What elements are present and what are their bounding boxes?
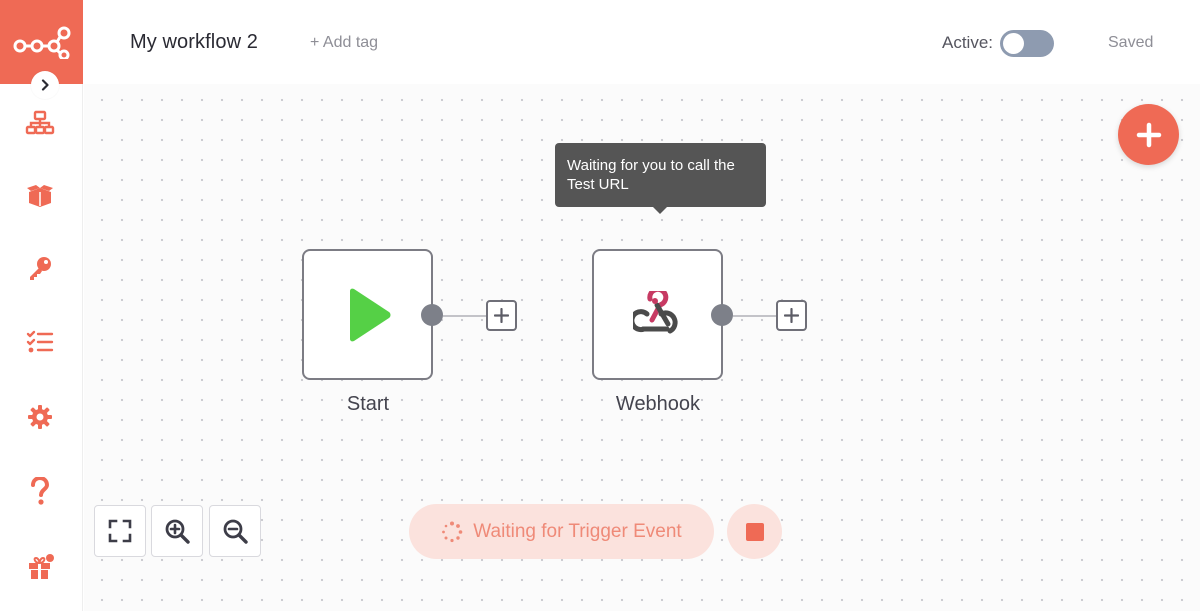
header: My workflow 2 + Add tag Active: Saved	[84, 0, 1200, 84]
plus-icon	[784, 308, 799, 323]
webhook-icon	[632, 290, 678, 333]
stop-execution-button[interactable]	[727, 504, 782, 559]
stop-icon	[745, 522, 764, 541]
waiting-text: Waiting for Trigger Event	[473, 520, 682, 542]
node-start-label: Start	[346, 393, 390, 415]
sidebar-item-help[interactable]	[20, 471, 60, 511]
sidebar-item-templates[interactable]	[20, 175, 60, 215]
save-status: Saved	[1108, 34, 1154, 51]
workflow-name[interactable]: My workflow 2	[130, 31, 258, 54]
tooltip-arrow	[652, 206, 668, 214]
play-icon	[349, 288, 390, 341]
node-start[interactable]	[302, 249, 433, 380]
sidebar	[0, 0, 83, 611]
spinner-icon	[442, 521, 463, 542]
zoom-out-button[interactable]	[209, 505, 261, 557]
add-tag-button[interactable]: + Add tag	[310, 34, 378, 52]
active-toggle[interactable]	[1000, 30, 1054, 57]
start-add-node-button[interactable]	[486, 300, 517, 331]
waiting-for-trigger-status: Waiting for Trigger Event	[409, 504, 714, 559]
box-open-icon	[27, 185, 53, 207]
node-webhook[interactable]	[592, 249, 723, 380]
webhook-output-handle[interactable]	[711, 304, 733, 326]
key-icon	[30, 257, 51, 280]
tasks-icon	[26, 330, 54, 353]
start-output-handle[interactable]	[421, 304, 443, 326]
chevron-right-icon	[41, 79, 49, 91]
logo-icon	[13, 26, 70, 59]
zoom-in-button[interactable]	[151, 505, 203, 557]
plus-icon	[1136, 122, 1161, 147]
sidebar-item-credentials[interactable]	[20, 248, 60, 288]
question-icon	[31, 477, 50, 505]
zoom-out-icon	[223, 519, 248, 544]
sidebar-item-workflows[interactable]	[20, 103, 60, 143]
sidebar-item-whats-new[interactable]	[20, 547, 60, 587]
active-label: Active:	[942, 33, 994, 52]
sidebar-item-settings[interactable]	[20, 397, 60, 437]
zoom-to-fit-button[interactable]	[94, 505, 146, 557]
node-webhook-label: Webhook	[615, 393, 701, 415]
gift-icon	[29, 554, 54, 579]
add-node-button[interactable]	[1118, 104, 1179, 165]
expand-sidebar-button[interactable]	[31, 71, 59, 99]
network-icon	[25, 110, 55, 135]
toggle-knob	[1003, 33, 1024, 54]
sidebar-item-executions[interactable]	[20, 322, 60, 362]
webhook-connector-line	[733, 315, 776, 317]
plus-icon	[494, 308, 509, 323]
cog-icon	[28, 405, 52, 429]
zoom-in-icon	[165, 519, 190, 544]
webhook-add-node-button[interactable]	[776, 300, 807, 331]
start-connector-line	[443, 315, 486, 317]
webhook-tooltip: Waiting for you to call the Test URL	[555, 143, 766, 207]
fullscreen-icon	[108, 519, 132, 543]
